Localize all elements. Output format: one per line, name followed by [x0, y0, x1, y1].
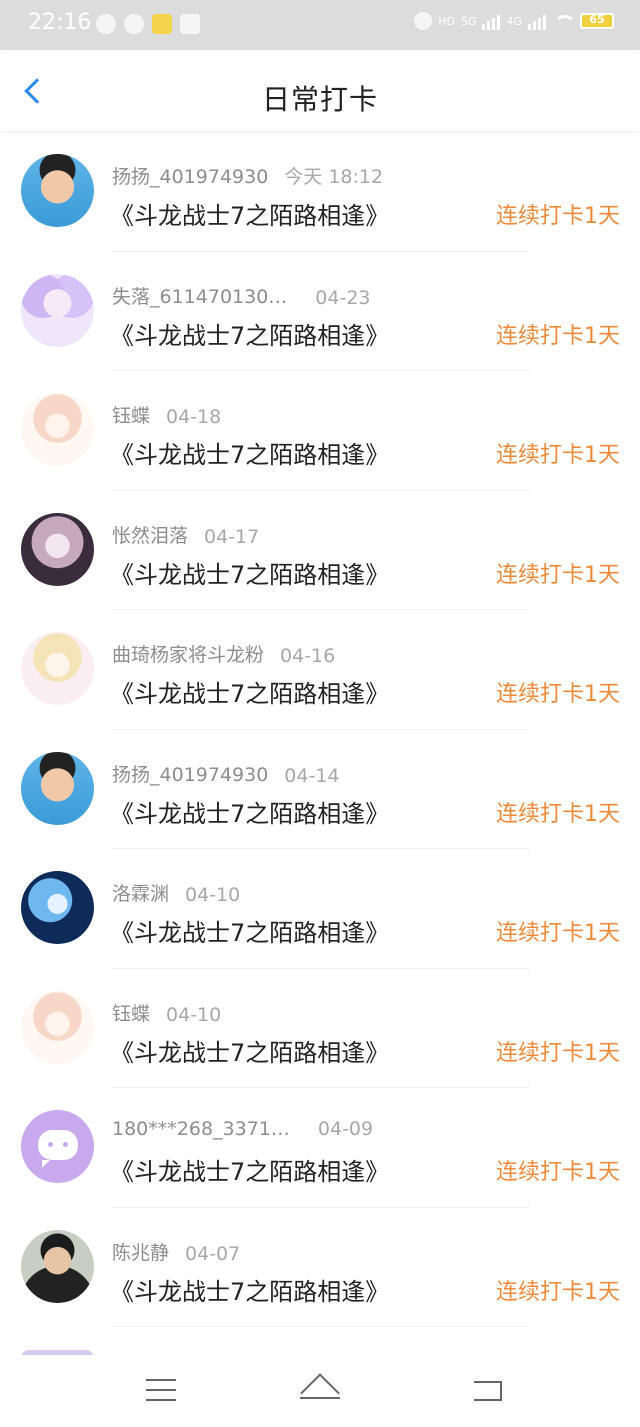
user-meta: 曲琦杨家将斗龙粉 04-16: [112, 640, 335, 667]
streak-label: 连续打卡1天: [496, 1160, 620, 1185]
wifi-icon: [552, 13, 576, 29]
signal-4g-icon: [528, 12, 546, 30]
user-name: 陈兆静: [112, 1241, 170, 1264]
book-title: 《斗龙战士7之陌路相逢》: [110, 1038, 390, 1067]
streak-label: 连续打卡1天: [496, 204, 620, 229]
streak-label: 连续打卡1天: [496, 562, 620, 588]
battery-icon: 65: [580, 13, 614, 29]
user-name: 洛霖渊: [112, 883, 170, 905]
streak-label: 连续打卡1天: [496, 1279, 620, 1305]
list-item[interactable]: 曲琦杨家将斗龙粉 04-16 《斗龙战士7之陌路相逢》 连续打卡1天: [0, 610, 640, 730]
book-title: 《斗龙战士7之陌路相逢》: [110, 441, 390, 469]
user-meta: 钰蝶 04-18: [112, 401, 221, 428]
avatar[interactable]: [21, 273, 94, 347]
paw-icon: [180, 14, 200, 34]
book-title: 《斗龙战士7之陌路相逢》: [110, 799, 390, 828]
notification-icons: [96, 14, 200, 34]
list-item[interactable]: 洛霖渊 04-10 《斗龙战士7之陌路相逢》 连续打卡1天: [0, 849, 640, 969]
checkin-date: 04-10: [166, 1003, 222, 1026]
user-meta: 失落_611470130… 04-23: [112, 282, 371, 309]
5g-label: 5G: [460, 14, 477, 28]
avatar[interactable]: [21, 393, 94, 466]
user-name: 失落_611470130…: [112, 285, 288, 308]
streak-label: 连续打卡1天: [496, 1040, 620, 1066]
user-meta: 扬扬_401974930 今天 18:12: [112, 162, 383, 189]
header: 日常打卡: [0, 50, 640, 132]
return-button[interactable]: [458, 1373, 518, 1409]
status-right: HD 5G 4G 65: [414, 12, 614, 30]
checkin-date: 04-23: [315, 286, 371, 309]
status-bar: 22:16 HD 5G 4G 65: [0, 0, 640, 50]
avatar[interactable]: [21, 632, 94, 705]
checkin-list: 扬扬_401974930 今天 18:12 《斗龙战士7之陌路相逢》 连续打卡1天…: [0, 132, 640, 1327]
battery-level: 65: [589, 13, 605, 26]
book-title: 《斗龙战士7之陌路相逢》: [110, 1277, 390, 1306]
user-name: 怅然泪落: [112, 524, 189, 547]
list-item[interactable]: 180***268_3371… 04-09 《斗龙战士7之陌路相逢》 连续打卡1天: [0, 1088, 640, 1208]
user-meta: 洛霖渊 04-10: [112, 879, 240, 906]
checkin-date: 04-07: [185, 1242, 241, 1265]
streak-label: 连续打卡1天: [496, 323, 620, 349]
streak-label: 连续打卡1天: [496, 682, 620, 707]
return-icon: [474, 1381, 502, 1401]
checkin-date: 04-18: [166, 406, 222, 428]
avatar[interactable]: [21, 154, 94, 227]
user-meta: 180***268_3371… 04-09: [112, 1118, 373, 1140]
avatar[interactable]: [21, 871, 94, 944]
avatar[interactable]: [21, 990, 94, 1064]
user-name: 钰蝶: [112, 405, 151, 427]
user-meta: 陈兆静 04-07: [112, 1238, 240, 1265]
menu-button[interactable]: [130, 1373, 190, 1409]
list-item[interactable]: 陈兆静 04-07 《斗龙战士7之陌路相逢》 连续打卡1天: [0, 1208, 640, 1328]
home-button[interactable]: [290, 1373, 350, 1413]
checkin-date: 04-09: [317, 1118, 374, 1140]
chat-bubble-icon: [38, 1130, 78, 1168]
checkin-date: 04-16: [280, 645, 336, 667]
checkin-date: 04-14: [284, 764, 340, 787]
avatar[interactable]: [21, 1110, 94, 1183]
checkin-date: 04-17: [204, 525, 260, 548]
streak-label: 连续打卡1天: [496, 443, 620, 468]
streak-label: 连续打卡1天: [496, 921, 620, 946]
user-name: 钰蝶: [112, 1002, 151, 1025]
signal-5g-icon: [482, 12, 501, 30]
book-title: 《斗龙战士7之陌路相逢》: [110, 919, 390, 947]
list-item[interactable]: 怅然泪落 04-17 《斗龙战士7之陌路相逢》 连续打卡1天: [0, 491, 640, 611]
avatar[interactable]: [21, 1229, 94, 1303]
user-meta: 怅然泪落 04-17: [112, 521, 259, 548]
book-title: 《斗龙战士7之陌路相逢》: [110, 560, 390, 589]
book-title: 《斗龙战士7之陌路相逢》: [110, 202, 390, 230]
book-title: 《斗龙战士7之陌路相逢》: [110, 1158, 390, 1186]
user-name: 曲琦杨家将斗龙粉: [112, 644, 265, 666]
user-meta: 钰蝶 04-10: [112, 999, 221, 1026]
wechat-icon: [96, 14, 116, 34]
list-item[interactable]: 扬扬_401974930 今天 18:12 《斗龙战士7之陌路相逢》 连续打卡1天: [0, 132, 640, 252]
checkin-date: 04-10: [185, 884, 241, 906]
system-nav-bar: [0, 1355, 640, 1427]
user-meta: 扬扬_401974930 04-14: [112, 760, 340, 787]
hd-indicator: HD: [438, 14, 455, 28]
status-time: 22:16: [28, 10, 92, 35]
list-item[interactable]: 扬扬_401974930 04-14 《斗龙战士7之陌路相逢》 连续打卡1天: [0, 730, 640, 850]
book-title: 《斗龙战士7之陌路相逢》: [110, 680, 390, 708]
list-item[interactable]: 钰蝶 04-10 《斗龙战士7之陌路相逢》 连续打卡1天: [0, 969, 640, 1089]
page-title: 日常打卡: [261, 83, 378, 116]
user-name: 扬扬_401974930: [112, 166, 269, 188]
home-icon: [300, 1373, 340, 1413]
list-item[interactable]: 失落_611470130… 04-23 《斗龙战士7之陌路相逢》 连续打卡1天: [0, 252, 640, 372]
streak-label: 连续打卡1天: [496, 801, 620, 827]
list-item[interactable]: 钰蝶 04-18 《斗龙战士7之陌路相逢》 连续打卡1天: [0, 371, 640, 491]
avatar[interactable]: [21, 751, 94, 825]
checkin-date: 今天 18:12: [284, 166, 384, 188]
app-notification-icon: [152, 14, 172, 34]
user-name: 180***268_3371…: [112, 1118, 290, 1140]
avatar[interactable]: [21, 512, 94, 586]
4g-label: 4G: [506, 14, 522, 28]
alarm-icon: [414, 12, 433, 30]
book-title: 《斗龙战士7之陌路相逢》: [110, 321, 390, 350]
user-name: 扬扬_401974930: [112, 763, 269, 786]
message-icon: [124, 14, 144, 34]
